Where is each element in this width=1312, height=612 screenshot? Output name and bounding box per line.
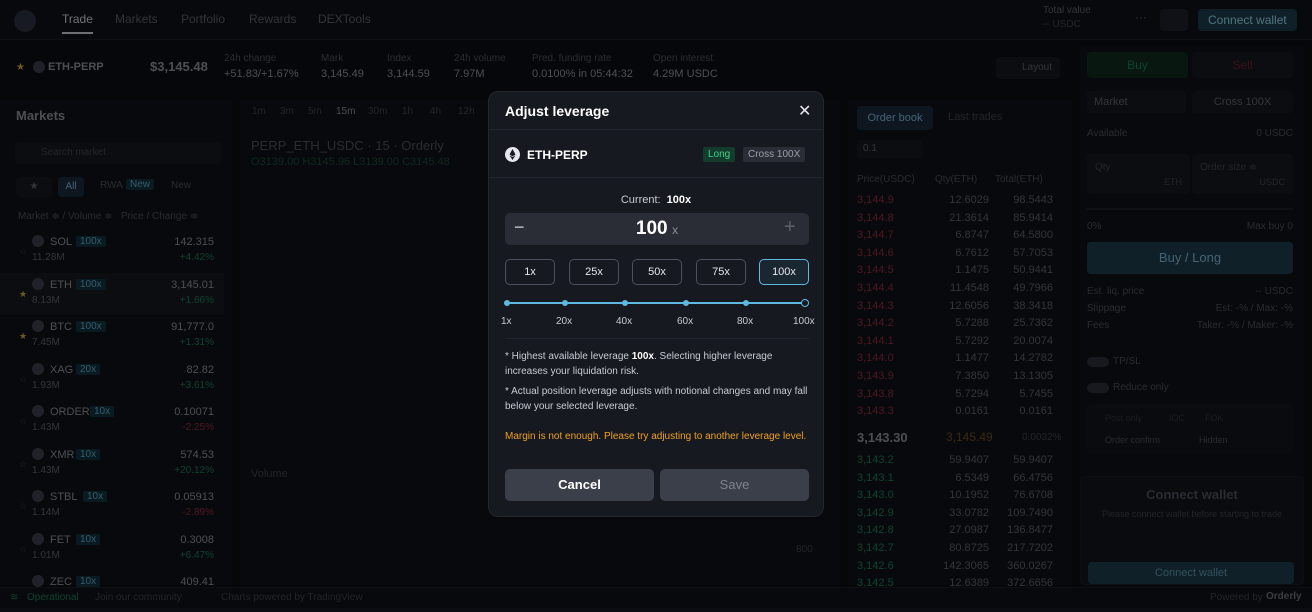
close-icon[interactable]: ✕ bbox=[798, 101, 811, 121]
leverage-display[interactable]: 100 x bbox=[505, 218, 809, 240]
current-leverage: Current: 100x bbox=[489, 194, 823, 206]
slider-thumb[interactable] bbox=[801, 299, 809, 307]
slider-step[interactable] bbox=[743, 300, 749, 306]
current-label: Current: bbox=[620, 194, 661, 206]
eth-icon bbox=[505, 147, 520, 162]
side-badge: Long bbox=[703, 147, 736, 162]
slider-step[interactable] bbox=[562, 300, 568, 306]
leverage-slider-track[interactable] bbox=[507, 302, 805, 304]
leverage-note-1: * Highest available leverage 100x. Selec… bbox=[505, 349, 809, 379]
save-button[interactable]: Save bbox=[660, 469, 809, 501]
leverage-input[interactable]: 100 bbox=[636, 218, 668, 239]
leverage-note-2: * Actual position leverage adjusts with … bbox=[505, 386, 808, 412]
tick-1x: 1x bbox=[501, 316, 512, 327]
preset-75x[interactable]: 75x bbox=[696, 259, 746, 285]
tick-100x: 100x bbox=[793, 316, 815, 327]
preset-100x[interactable]: 100x bbox=[759, 259, 809, 285]
divider bbox=[489, 177, 823, 178]
increase-button[interactable]: + bbox=[784, 216, 796, 239]
note1-bold: 100x bbox=[631, 351, 654, 362]
modal-symbol: ETH-PERP bbox=[527, 148, 588, 162]
tick-80x: 80x bbox=[737, 316, 754, 327]
preset-50x[interactable]: 50x bbox=[632, 259, 682, 285]
modal-title: Adjust leverage bbox=[505, 103, 610, 119]
divider bbox=[489, 129, 823, 130]
divider bbox=[505, 338, 809, 339]
preset-25x[interactable]: 25x bbox=[569, 259, 619, 285]
current-value: 100x bbox=[666, 194, 692, 206]
cancel-button[interactable]: Cancel bbox=[505, 469, 654, 501]
adjust-leverage-modal: Adjust leverage ✕ ETH-PERP Long Cross 10… bbox=[488, 91, 824, 517]
preset-1x[interactable]: 1x bbox=[505, 259, 555, 285]
tick-40x: 40x bbox=[616, 316, 633, 327]
margin-warning: Margin is not enough. Please try adjusti… bbox=[505, 431, 807, 442]
note1-pre: * Highest available leverage bbox=[505, 351, 632, 362]
leverage-unit: x bbox=[672, 223, 679, 237]
mode-badge: Cross 100X bbox=[743, 147, 806, 162]
slider-step[interactable] bbox=[622, 300, 628, 306]
slider-step[interactable] bbox=[683, 300, 689, 306]
slider-step[interactable] bbox=[504, 300, 510, 306]
tick-60x: 60x bbox=[677, 316, 694, 327]
tick-20x: 20x bbox=[556, 316, 573, 327]
leverage-stepper[interactable]: − 100 x + bbox=[505, 213, 809, 245]
